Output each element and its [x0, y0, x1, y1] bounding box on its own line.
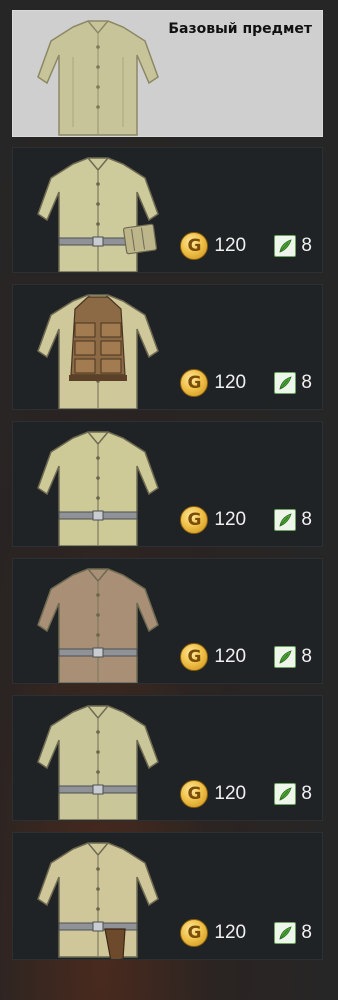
price-row: G 120 8 [180, 506, 312, 534]
green-leaf-icon [274, 783, 297, 805]
coin-price: 120 [214, 509, 247, 530]
tunic-with-pouch-icon [37, 157, 159, 272]
coin-price: 120 [214, 922, 247, 943]
leaf-price: 8 [301, 646, 312, 667]
gold-coin-icon: G [180, 369, 209, 397]
tunic-with-belt-icon [37, 431, 159, 546]
coin-price: 120 [214, 372, 247, 393]
base-item-card[interactable]: Базовый предмет [12, 10, 323, 137]
tunic-with-holster-icon [37, 842, 159, 959]
pale-tunic-icon [37, 705, 159, 820]
gold-coin-icon: G [180, 780, 209, 808]
price-row: G 120 8 [180, 643, 312, 671]
gold-coin-icon: G [180, 232, 209, 260]
variant-card[interactable]: G 120 8 [12, 558, 323, 684]
gold-coin-icon: G [180, 919, 209, 947]
variant-card[interactable]: G 120 8 [12, 832, 323, 960]
variant-card[interactable]: G 120 8 [12, 421, 323, 547]
leaf-price: 8 [301, 372, 312, 393]
green-leaf-icon [274, 509, 297, 531]
leaf-price: 8 [301, 509, 312, 530]
gold-coin-icon: G [180, 643, 209, 671]
green-leaf-icon [274, 235, 297, 257]
variant-card[interactable]: G 120 8 [12, 695, 323, 821]
leaf-price: 8 [301, 235, 312, 256]
coin-price: 120 [214, 646, 247, 667]
gold-coin-icon: G [180, 506, 209, 534]
price-row: G 120 8 [180, 232, 312, 260]
price-row: G 120 8 [180, 919, 312, 947]
leaf-price: 8 [301, 783, 312, 804]
green-leaf-icon [274, 372, 297, 394]
tunic-with-vest-icon [37, 294, 159, 409]
price-row: G 120 8 [180, 369, 312, 397]
price-row: G 120 8 [180, 780, 312, 808]
green-leaf-icon [274, 922, 297, 944]
green-leaf-icon [274, 646, 297, 668]
base-item-title: Базовый предмет [168, 21, 312, 37]
variant-card[interactable]: G 120 8 [12, 284, 323, 410]
coin-price: 120 [214, 235, 247, 256]
variant-card[interactable]: G 120 8 [12, 147, 323, 273]
item-variants-panel: Базовый предмет G 120 8 G 120 8 G 120 8 … [0, 0, 338, 1000]
coin-price: 120 [214, 783, 247, 804]
brown-tunic-icon [37, 568, 159, 683]
leaf-price: 8 [301, 922, 312, 943]
olive-tunic-icon [37, 20, 159, 136]
